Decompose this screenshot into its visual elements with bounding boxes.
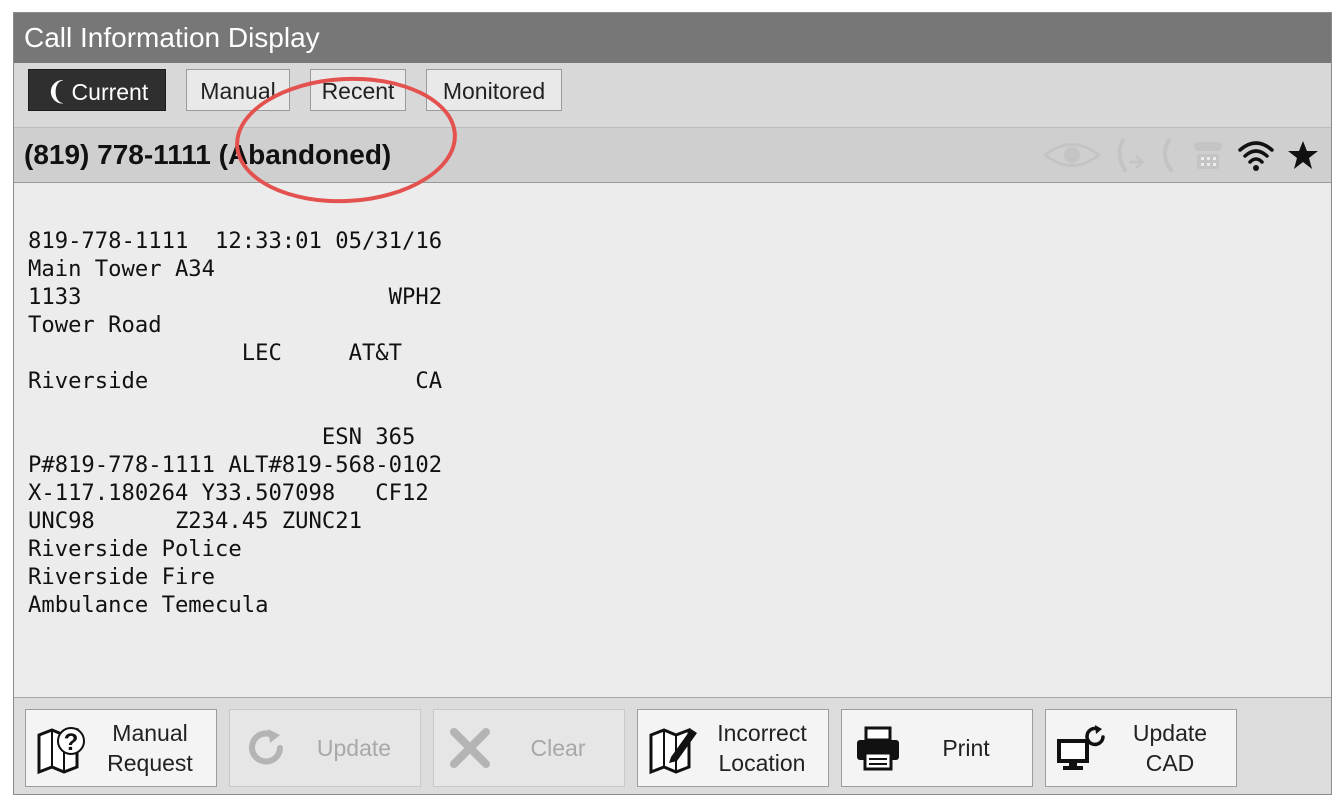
- star-icon[interactable]: [1287, 139, 1319, 171]
- action-toolbar: ? Manual Request Update Clear Incorrect …: [14, 697, 1331, 794]
- manual-request-label: Manual Request: [107, 720, 193, 776]
- record-line: [28, 395, 442, 423]
- record-line: Tower Road: [28, 312, 162, 338]
- record-line: P#819-778-1111 ALT#819-568-0102: [28, 452, 443, 478]
- print-button[interactable]: Print: [841, 709, 1033, 787]
- call-header: (819) 778-1111 (Abandoned): [14, 128, 1331, 183]
- incorrect-location-button[interactable]: Incorrect Location: [637, 709, 829, 787]
- tab-current[interactable]: ❨ Current: [28, 69, 166, 111]
- record-line: Riverside Fire: [28, 564, 216, 590]
- record-line: Riverside CA: [28, 368, 443, 394]
- record-line: Riverside Police: [28, 536, 242, 562]
- record-line: 819-778-1111 12:33:01 05/31/16: [28, 228, 443, 254]
- tty-icon: [1194, 142, 1222, 169]
- refresh-icon: [236, 718, 296, 778]
- window-title: Call Information Display: [14, 13, 1331, 63]
- map-edit-icon: [644, 718, 704, 778]
- monitor-refresh-icon: [1052, 718, 1112, 778]
- svg-text:?: ?: [64, 729, 79, 756]
- close-icon: [440, 718, 500, 778]
- call-information-window: Call Information Display ❨ Current Manual…: [13, 12, 1332, 795]
- wifi-icon: [1238, 141, 1274, 171]
- record-line: LEC AT&T: [28, 340, 403, 366]
- record-line: ESN 365: [28, 424, 416, 450]
- call-record-text: 819-778-1111 12:33:01 05/31/16 Main Tower…: [28, 227, 442, 619]
- printer-icon: [848, 718, 908, 778]
- update-button[interactable]: Update: [229, 709, 421, 787]
- phone-icon: [1163, 138, 1173, 172]
- update-label: Update: [316, 735, 392, 761]
- tab-current-label: Current: [71, 79, 149, 105]
- tab-bar: ❨ Current Manual Recent Monitored: [14, 63, 1331, 128]
- print-label: Print: [942, 735, 990, 761]
- record-line: Main Tower A34: [28, 256, 216, 282]
- tab-monitored-label: Monitored: [442, 78, 546, 104]
- manual-request-button[interactable]: ? Manual Request: [25, 709, 217, 787]
- update-cad-button[interactable]: Update CAD: [1045, 709, 1237, 787]
- phone-transfer-icon: [1117, 138, 1145, 172]
- clear-button[interactable]: Clear: [433, 709, 625, 787]
- call-record-panel: 819-778-1111 12:33:01 05/31/16 Main Tower…: [14, 183, 1331, 697]
- eye-icon: [1043, 143, 1101, 167]
- record-line: UNC98 Z234.45 ZUNC21: [28, 508, 362, 534]
- clear-label: Clear: [530, 735, 586, 761]
- update-cad-label: Update CAD: [1132, 720, 1208, 776]
- tab-monitored[interactable]: Monitored: [426, 69, 562, 111]
- record-line: Ambulance Temecula: [28, 592, 269, 618]
- incorrect-location-label: Incorrect Location: [717, 720, 807, 776]
- map-question-icon: ?: [32, 718, 92, 778]
- call-status-icons: [1043, 136, 1319, 174]
- phone-icon: ❨: [45, 76, 68, 106]
- record-line: X-117.180264 Y33.507098 CF12: [28, 480, 429, 506]
- record-line: 1133 WPH2: [28, 284, 443, 310]
